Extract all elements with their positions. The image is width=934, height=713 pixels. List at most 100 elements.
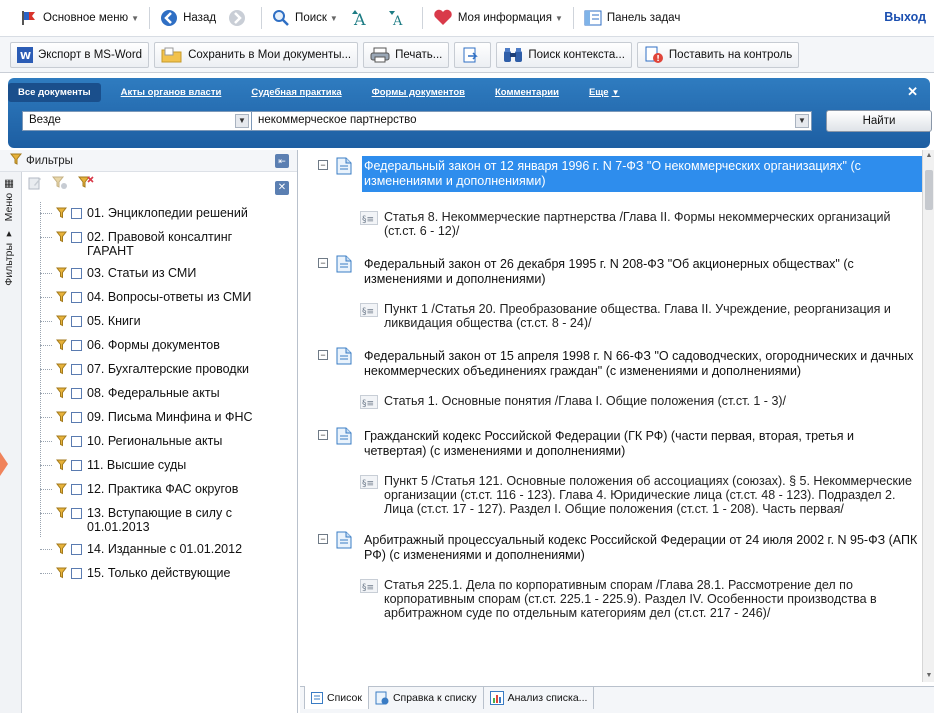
filter-checkbox[interactable] (71, 208, 82, 219)
tab-court-practice[interactable]: Судебная практика (251, 87, 341, 98)
search-button[interactable]: Поиск ▼ (266, 5, 344, 31)
collapse-toggle-icon[interactable]: − (318, 534, 328, 544)
filter-checkbox[interactable] (71, 568, 82, 579)
result-title[interactable]: Арбитражный процессуальный кодекс Россий… (362, 530, 922, 566)
scope-value: Везде (29, 114, 61, 126)
filter-item[interactable]: 02. Правовой консалтинг ГАРАНТ (40, 230, 296, 258)
filters-header: Фильтры (0, 150, 297, 172)
filter-checkbox[interactable] (71, 436, 82, 447)
collapse-toggle-icon[interactable]: − (318, 350, 328, 360)
filter-checkbox[interactable] (71, 292, 82, 303)
filter-item[interactable]: 09. Письма Минфина и ФНС (40, 410, 296, 426)
result-title[interactable]: Федеральный закон от 26 декабря 1995 г. … (362, 254, 922, 290)
close-icon[interactable]: ✕ (275, 181, 289, 195)
result-document[interactable]: − Гражданский кодекс Российской Федераци… (300, 426, 922, 462)
export-word-button[interactable]: W Экспорт в MS-Word (10, 41, 150, 68)
filter-checkbox[interactable] (71, 340, 82, 351)
filter-checkbox[interactable] (71, 412, 82, 423)
result-title[interactable]: Федеральный закон от 15 апреля 1998 г. N… (362, 346, 922, 382)
filter-item[interactable]: 08. Федеральные акты (40, 386, 296, 402)
tab-authority-acts[interactable]: Акты органов власти (121, 87, 222, 98)
filter-settings-icon[interactable] (51, 176, 68, 193)
filter-item[interactable]: 03. Статьи из СМИ (40, 266, 296, 282)
filter-checkbox[interactable] (71, 268, 82, 279)
collapse-toggle-icon[interactable]: − (318, 160, 328, 170)
flag-icon (20, 10, 38, 26)
tab-list-analysis[interactable]: Анализ списка... (484, 687, 595, 709)
clear-filters-icon[interactable] (77, 176, 94, 193)
result-title[interactable]: Федеральный закон от 12 января 1996 г. N… (362, 156, 922, 192)
exit-link[interactable]: Выход (884, 10, 926, 24)
find-button[interactable]: Найти (826, 110, 932, 132)
tab-list[interactable]: Список (304, 686, 369, 709)
main-menu-button[interactable]: Основное меню ▼ (14, 5, 145, 31)
filter-icon (55, 483, 68, 498)
result-fragment[interactable]: §≡ Статья 1. Основные понятия /Глава I. … (300, 394, 922, 409)
collapse-panel-icon[interactable]: ⇤ (275, 154, 289, 168)
filter-icon (55, 291, 68, 306)
filter-checkbox[interactable] (71, 484, 82, 495)
chevron-down-icon[interactable]: ▼ (555, 14, 563, 23)
vtab-filters[interactable]: Фильтры ▾ (3, 228, 15, 286)
print-button[interactable]: Печать... (363, 41, 450, 68)
filter-checkbox[interactable] (71, 364, 82, 375)
filter-checkbox[interactable] (71, 316, 82, 327)
result-fragment[interactable]: §≡ Статья 8. Некоммерческие партнерства … (300, 210, 922, 238)
filter-checkbox[interactable] (71, 544, 82, 555)
tab-all-documents[interactable]: Все документы (8, 82, 101, 102)
filter-item[interactable]: 14. Изданные с 01.01.2012 (40, 542, 296, 558)
scroll-down-icon[interactable]: ▼ (925, 672, 933, 680)
filter-checkbox[interactable] (71, 388, 82, 399)
document-action-button[interactable] (454, 41, 492, 68)
scroll-thumb[interactable] (925, 170, 933, 210)
edit-filter-icon[interactable] (28, 176, 42, 193)
filter-checkbox[interactable] (71, 508, 82, 519)
collapse-toggle-icon[interactable]: − (318, 430, 328, 440)
font-decrease-button[interactable]: A (381, 5, 418, 31)
scroll-up-icon[interactable]: ▲ (925, 152, 933, 160)
filter-item[interactable]: 11. Высшие суды (40, 458, 296, 474)
filter-item[interactable]: 06. Формы документов (40, 338, 296, 354)
forward-button[interactable] (222, 5, 257, 31)
chevron-down-icon[interactable]: ▼ (131, 14, 139, 23)
result-document[interactable]: − Федеральный закон от 15 апреля 1998 г.… (300, 346, 922, 382)
result-document[interactable]: − Федеральный закон от 12 января 1996 г.… (300, 156, 922, 192)
filter-checkbox[interactable] (71, 460, 82, 471)
collapse-toggle-icon[interactable]: − (318, 258, 328, 268)
filter-item[interactable]: 04. Вопросы-ответы из СМИ (40, 290, 296, 306)
filter-item[interactable]: 07. Бухгалтерские проводки (40, 362, 296, 378)
vtab-menu[interactable]: Меню ▦ (3, 178, 15, 221)
filter-item[interactable]: 01. Энциклопедии решений (40, 206, 296, 222)
result-fragment[interactable]: §≡ Пункт 1 /Статья 20. Преобразование об… (300, 302, 922, 330)
results-scrollbar[interactable]: ▲ ▼ (922, 150, 934, 682)
filter-item[interactable]: 05. Книги (40, 314, 296, 330)
tab-list-help[interactable]: Справка к списку (369, 687, 484, 709)
result-document[interactable]: − Федеральный закон от 26 декабря 1995 г… (300, 254, 922, 290)
tab-comments[interactable]: Комментарии (495, 87, 559, 98)
result-document[interactable]: − Арбитражный процессуальный кодекс Росс… (300, 530, 922, 566)
filter-item[interactable]: 12. Практика ФАС округов (40, 482, 296, 498)
filter-item[interactable]: 15. Только действующие (40, 566, 296, 582)
scope-select[interactable]: Везде ▼ (22, 111, 252, 131)
my-info-button[interactable]: Моя информация ▼ (427, 5, 569, 31)
tab-more[interactable]: Еще ▼ (589, 87, 620, 98)
chevron-down-icon[interactable]: ▼ (235, 114, 249, 128)
result-fragment[interactable]: §≡ Пункт 5 /Статья 121. Основные положен… (300, 474, 922, 516)
filter-item[interactable]: 13. Вступающие в силу с 01.01.2013 (40, 506, 296, 534)
result-title[interactable]: Гражданский кодекс Российской Федерации … (362, 426, 922, 462)
chevron-down-icon[interactable]: ▼ (330, 14, 338, 23)
font-increase-button[interactable]: A (344, 5, 381, 31)
chevron-down-icon[interactable]: ▼ (795, 114, 809, 128)
taskbar-button[interactable]: Панель задач (578, 5, 686, 31)
back-button[interactable]: Назад (154, 5, 222, 31)
search-input[interactable]: некоммерческое партнерство ▼ (252, 111, 812, 131)
close-icon[interactable]: ✕ (907, 84, 918, 100)
save-docs-button[interactable]: Сохранить в Мои документы... (154, 41, 359, 68)
tab-document-forms[interactable]: Формы документов (372, 87, 465, 98)
folder-icon (161, 47, 183, 63)
result-fragment[interactable]: §≡ Статья 225.1. Дела по корпоративным с… (300, 578, 922, 620)
filter-item[interactable]: 10. Региональные акты (40, 434, 296, 450)
filter-checkbox[interactable] (71, 232, 82, 243)
context-search-button[interactable]: Поиск контекста... (496, 41, 632, 68)
set-control-button[interactable]: ! Поставить на контроль (636, 41, 800, 68)
